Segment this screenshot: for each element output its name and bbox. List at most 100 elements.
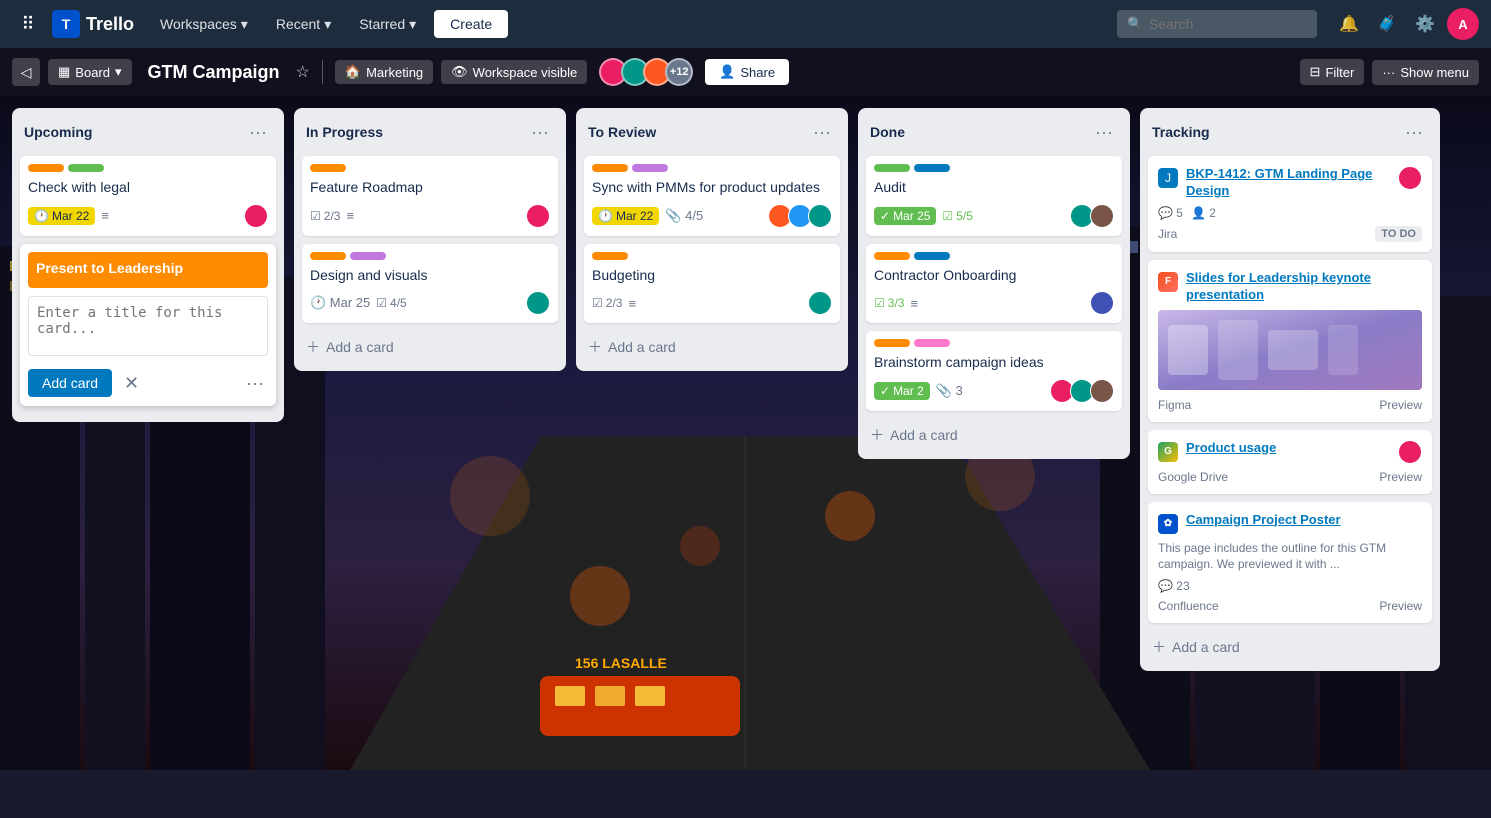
card-avatars	[808, 291, 832, 315]
card-title: Design and visuals	[310, 266, 550, 286]
share-icon: 👤	[719, 64, 735, 80]
card-avatar	[1398, 166, 1422, 190]
more-options-button[interactable]: ···	[242, 369, 268, 398]
card-check-legal[interactable]: Check with legal 🕐 Mar 22 ≡	[20, 156, 276, 236]
user-avatar[interactable]: A	[1447, 8, 1479, 40]
card-sync-pmms[interactable]: Sync with PMMs for product updates 🕐 Mar…	[584, 156, 840, 236]
preview-button[interactable]: Preview	[1379, 599, 1422, 613]
column-header-done: Done ···	[866, 116, 1122, 148]
input-card-actions: Add card ✕ ···	[28, 369, 268, 398]
starred-menu[interactable]: Starred ▾	[349, 10, 426, 39]
share-button[interactable]: 👤 Share	[705, 59, 789, 85]
checklist-complete-badge: ☑ 3/3	[874, 296, 904, 310]
column-to-review: To Review ··· Sync with PMMs for product…	[576, 108, 848, 371]
board-view-button[interactable]: ▦ Board ▾	[48, 59, 132, 85]
card-labels	[592, 164, 832, 172]
search-input[interactable]	[1117, 10, 1317, 38]
preview-button[interactable]: Preview	[1379, 470, 1422, 484]
create-button[interactable]: Create	[434, 10, 508, 38]
tracking-card-slides[interactable]: F Slides for Leadership keynote presenta…	[1148, 260, 1432, 422]
cancel-card-button[interactable]: ✕	[120, 369, 143, 398]
card-brainstorm[interactable]: Brainstorm campaign ideas ✓ Mar 2 📎 3	[866, 331, 1122, 411]
add-card-button-done[interactable]: ＋ Add a card	[866, 419, 1122, 451]
column-title-to-review: To Review	[588, 124, 656, 140]
tracking-card-product-usage[interactable]: G Product usage Google Drive Preview	[1148, 430, 1432, 494]
board-title[interactable]: GTM Campaign	[140, 58, 288, 87]
filter-button[interactable]: ⊟ Filter	[1300, 59, 1365, 85]
settings-button[interactable]: ⚙️	[1409, 8, 1441, 40]
add-card-button-tracking[interactable]: ＋ Add a card	[1148, 631, 1432, 663]
chevron-down-icon: ▾	[115, 64, 122, 80]
add-card-submit-button[interactable]: Add card	[28, 369, 112, 397]
preview-button[interactable]: Preview	[1379, 398, 1422, 412]
grid-menu-button[interactable]: ⠿	[12, 8, 44, 40]
column-menu-tracking[interactable]: ···	[1400, 118, 1428, 146]
source-name: Figma	[1158, 398, 1191, 412]
label-purple	[350, 252, 386, 260]
plus-icon: ＋	[306, 337, 320, 357]
workspace-tag-button[interactable]: 🏠 Marketing	[335, 60, 433, 84]
plus-icon: ＋	[1152, 637, 1166, 657]
label-orange	[28, 164, 64, 172]
app-logo: T Trello	[52, 10, 134, 38]
workspaces-menu[interactable]: Workspaces ▾	[150, 10, 258, 39]
new-card-title-input[interactable]	[28, 296, 268, 356]
card-avatar	[808, 291, 832, 315]
card-avatars	[244, 204, 268, 228]
notifications-button[interactable]: 🔔	[1333, 8, 1365, 40]
description-icon: ≡	[346, 208, 354, 223]
dots-icon: ···	[1382, 65, 1395, 80]
member-avatars: +12	[599, 58, 693, 86]
card-feature-roadmap[interactable]: Feature Roadmap ☑ 2/3 ≡	[302, 156, 558, 236]
card-avatars	[1070, 204, 1114, 228]
column-menu-upcoming[interactable]: ···	[244, 118, 272, 146]
card-meta: ☑ 2/3 ≡	[592, 296, 636, 311]
card-footer: 🕐 Mar 22 ≡	[28, 204, 268, 228]
confluence-icon: ✿	[1158, 514, 1178, 534]
trello-logo-icon: T	[52, 10, 80, 38]
recent-menu[interactable]: Recent ▾	[266, 10, 341, 39]
card-meta: ☑ 2/3 ≡	[310, 208, 354, 223]
star-button[interactable]: ☆	[296, 62, 310, 82]
column-in-progress: In Progress ··· Feature Roadmap ☑ 2/3 ≡	[294, 108, 566, 371]
divider	[322, 60, 323, 84]
card-avatars	[1050, 379, 1114, 403]
card-footer: ☑ 3/3 ≡	[874, 291, 1114, 315]
card-audit[interactable]: Audit ✓ Mar 25 ☑ 5/5	[866, 156, 1122, 236]
todo-badge: TO DO	[1375, 226, 1422, 242]
tracking-card-bkp1412[interactable]: J BKP-1412: GTM Landing Page Design 💬 5 …	[1148, 156, 1432, 252]
tracking-card-campaign-poster[interactable]: ✿ Campaign Project Poster This page incl…	[1148, 502, 1432, 624]
tracking-card-title: Product usage	[1186, 440, 1394, 457]
column-title-upcoming: Upcoming	[24, 124, 92, 140]
card-budgeting[interactable]: Budgeting ☑ 2/3 ≡	[584, 244, 840, 324]
source-tag: Figma Preview	[1158, 398, 1422, 412]
card-contractor-onboarding[interactable]: Contractor Onboarding ☑ 3/3 ≡	[866, 244, 1122, 324]
checklist-badge: ☑ 2/3	[310, 209, 340, 223]
add-card-button-in-progress[interactable]: ＋ Add a card	[302, 331, 558, 363]
card-meta: 🕐 Mar 22 📎 4/5	[592, 207, 703, 225]
column-header-tracking: Tracking ···	[1148, 116, 1432, 148]
chevron-down-icon: ▾	[241, 16, 248, 33]
figma-icon: F	[1158, 272, 1178, 292]
column-menu-done[interactable]: ···	[1090, 118, 1118, 146]
card-avatars	[526, 204, 550, 228]
sidebar-toggle[interactable]: ◁	[12, 58, 40, 86]
card-avatar	[526, 204, 550, 228]
member-avatars-more[interactable]: +12	[665, 58, 693, 86]
trello-apps-button[interactable]: 🧳	[1371, 8, 1403, 40]
due-complete-badge: ✓ Mar 2	[874, 382, 930, 400]
card-labels	[28, 164, 268, 172]
card-title: Brainstorm campaign ideas	[874, 353, 1114, 373]
description-icon: ≡	[628, 296, 636, 311]
column-menu-to-review[interactable]: ···	[808, 118, 836, 146]
source-name: Google Drive	[1158, 470, 1228, 484]
input-card-present-leadership: Present to Leadership Add card ✕ ···	[20, 244, 276, 406]
add-card-button-to-review[interactable]: ＋ Add a card	[584, 331, 840, 363]
checklist-badge: ☑ 4/5	[376, 296, 406, 310]
card-design-visuals[interactable]: Design and visuals 🕐 Mar 25 ☑ 4/5	[302, 244, 558, 324]
column-menu-in-progress[interactable]: ···	[526, 118, 554, 146]
comments-count: 💬 23	[1158, 579, 1190, 593]
show-menu-button[interactable]: ··· Show menu	[1372, 60, 1479, 85]
workspace-visible-button[interactable]: 👁 Workspace visible	[441, 60, 587, 84]
label-orange	[310, 164, 346, 172]
